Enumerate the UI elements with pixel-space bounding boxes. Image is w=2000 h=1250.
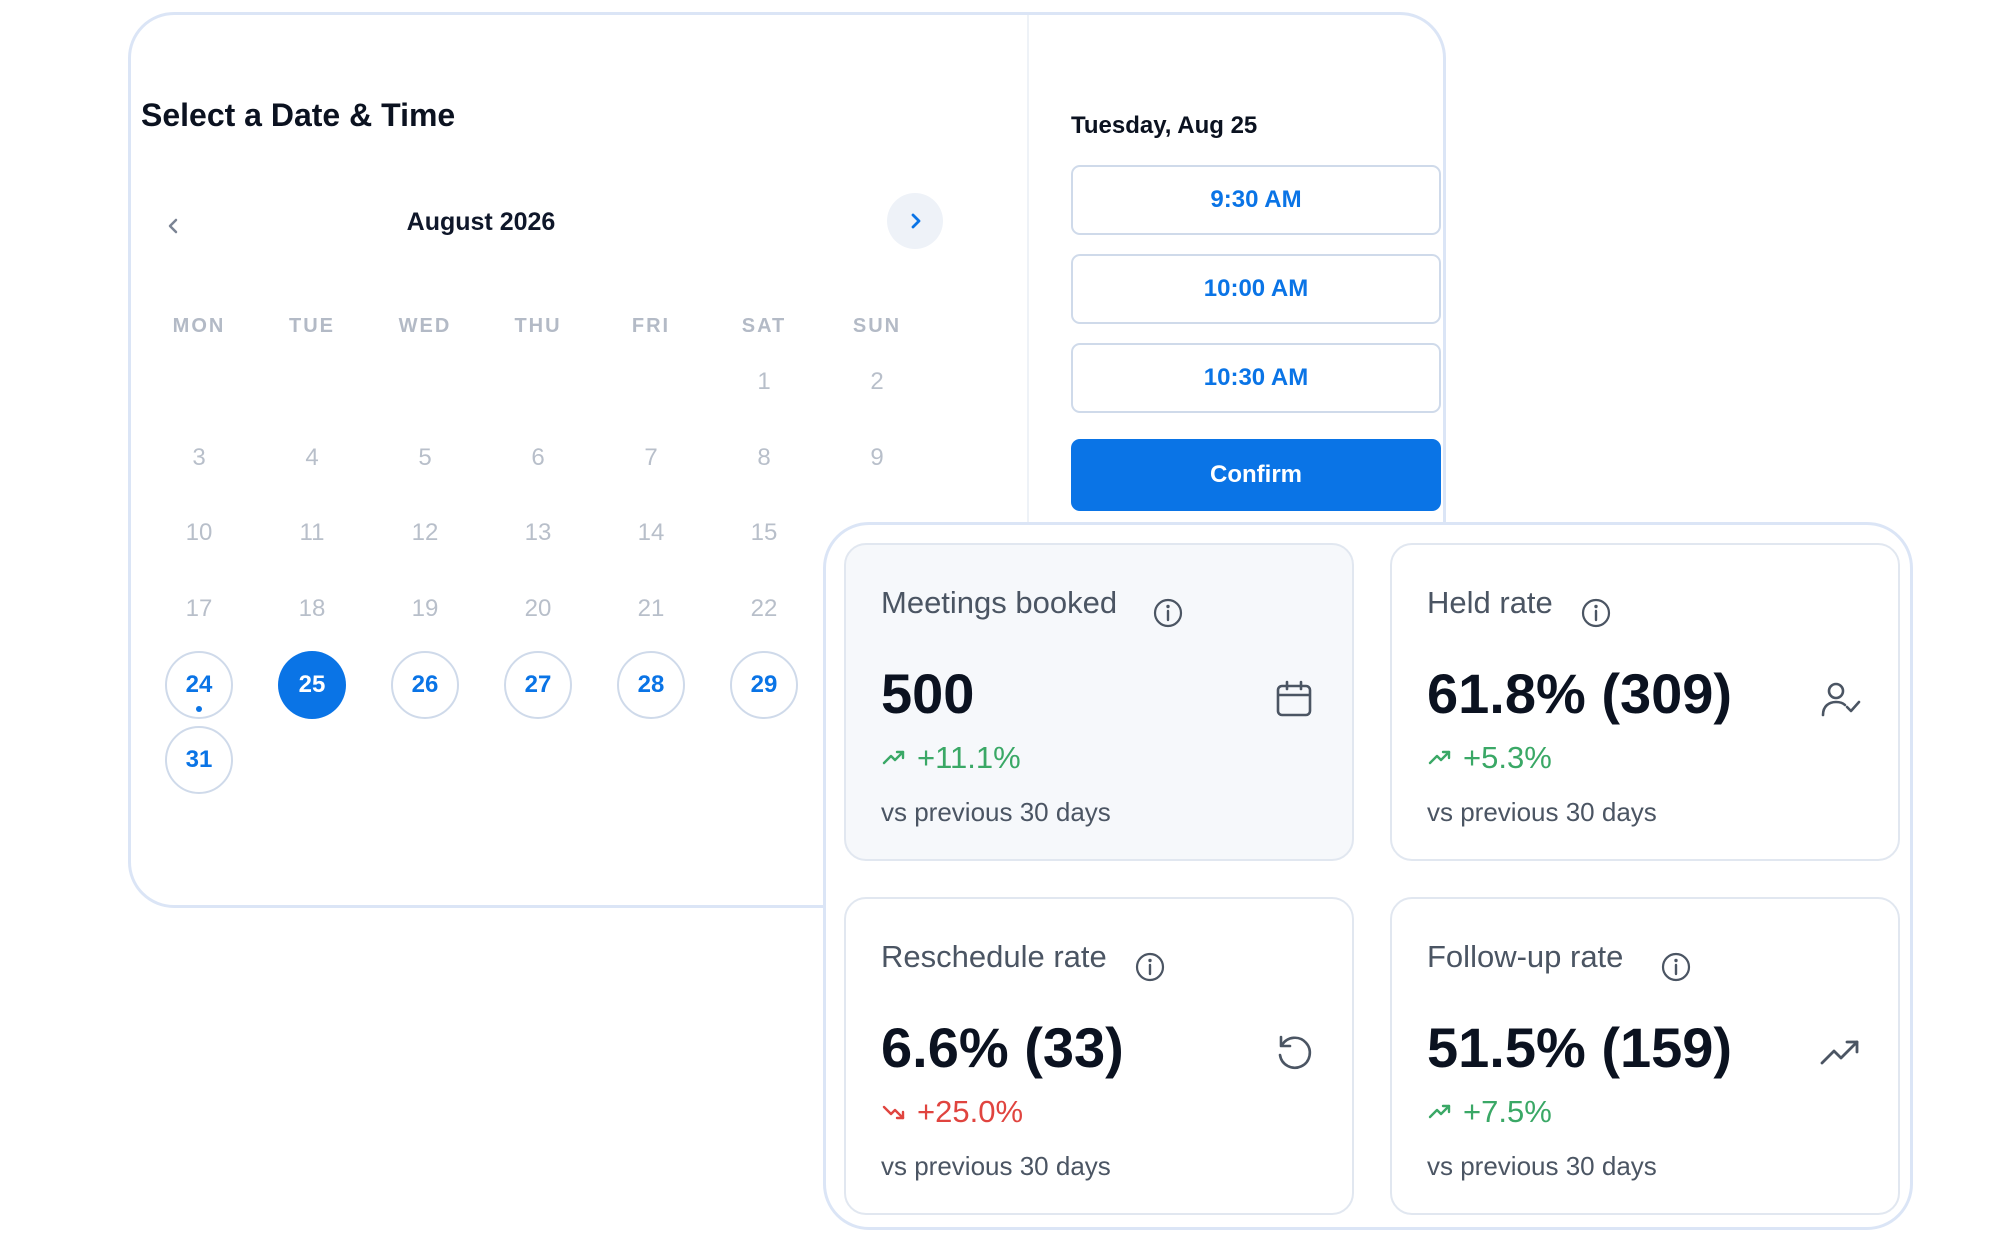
trending-up-icon: [1820, 1040, 1859, 1065]
calendar-day: 20: [524, 595, 552, 622]
stat-title: Held rate: [1427, 585, 1553, 620]
calendar-day-available[interactable]: 27: [504, 651, 572, 719]
weekday-wed: WED: [398, 315, 452, 337]
confirm-button[interactable]: Confirm: [1071, 439, 1441, 511]
stat-value: 6.6% (33): [881, 1016, 1124, 1079]
calendar-day-available[interactable]: 31: [165, 726, 233, 794]
weekday-fri: FRI: [631, 315, 671, 337]
calendar-day: 9: [870, 444, 884, 471]
info-icon[interactable]: [1580, 597, 1612, 629]
info-icon[interactable]: [1660, 951, 1692, 983]
calendar-day: 15: [750, 519, 778, 546]
chevron-right-icon: [911, 213, 921, 229]
trend-value: +5.3%: [1463, 740, 1552, 775]
scheduler-title: Select a Date & Time: [141, 97, 456, 133]
trend-value: +7.5%: [1463, 1094, 1552, 1129]
stat-trend: +5.3%: [1427, 740, 1552, 776]
calendar-day: 3: [192, 444, 206, 471]
time-slot-button[interactable]: 9:30 AM: [1071, 165, 1441, 235]
calendar-day: 11: [299, 519, 325, 546]
comparison-label: vs previous 30 days: [881, 797, 1111, 827]
comparison-label: vs previous 30 days: [1427, 797, 1657, 827]
calendar-day: 13: [524, 519, 552, 546]
weekday-sun: SUN: [852, 315, 902, 337]
calendar-day: 4: [305, 444, 319, 471]
stat-card-meetings-booked[interactable]: Meetings booked 500 +11.1% vs previous 3…: [844, 543, 1354, 861]
calendar-day-today[interactable]: 24: [165, 651, 233, 719]
calendar-day-available[interactable]: 29: [730, 651, 798, 719]
calendar-day: 2: [870, 368, 884, 395]
user-check-icon: [1821, 682, 1861, 717]
stat-trend: +25.0%: [881, 1094, 1023, 1130]
stat-value: 51.5% (159): [1427, 1016, 1733, 1079]
calendar-day: 8: [757, 444, 771, 471]
calendar-day: 22: [750, 595, 778, 622]
weekday-mon: MON: [172, 315, 226, 337]
previous-month-button[interactable]: [156, 208, 192, 244]
weekday-thu: THU: [514, 315, 562, 337]
stat-trend: +11.1%: [881, 740, 1021, 776]
calendar-day: 17: [185, 595, 213, 622]
calendar-day: 7: [644, 444, 658, 471]
calendar-day: 1: [757, 368, 771, 395]
calendar-day: 5: [418, 444, 432, 471]
calendar-day: 18: [298, 595, 326, 622]
trend-down-icon: [882, 1105, 905, 1120]
info-icon[interactable]: [1134, 951, 1166, 983]
refresh-icon: [1278, 1035, 1312, 1070]
calendar-icon: [1276, 680, 1312, 717]
trend-value: +11.1%: [917, 740, 1021, 775]
time-slot-button[interactable]: 10:30 AM: [1071, 343, 1441, 413]
calendar-day: 21: [637, 595, 665, 622]
month-label: August 2026: [406, 208, 556, 236]
calendar-day: 12: [411, 519, 439, 546]
stat-trend: +7.5%: [1427, 1094, 1552, 1130]
today-indicator: [196, 706, 202, 712]
stat-title: Reschedule rate: [881, 939, 1107, 974]
calendar-day: 14: [637, 519, 665, 546]
calendar-day-selected[interactable]: 25: [278, 651, 346, 719]
time-slot-button[interactable]: 10:00 AM: [1071, 254, 1441, 324]
calendar-day: 19: [411, 595, 439, 622]
stat-card-reschedule-rate[interactable]: Reschedule rate 6.6% (33) +25.0% vs prev…: [844, 897, 1354, 1215]
weekday-sat: SAT: [741, 315, 787, 337]
calendar-day-available[interactable]: 26: [391, 651, 459, 719]
trend-value: +25.0%: [917, 1094, 1024, 1129]
comparison-label: vs previous 30 days: [881, 1151, 1111, 1181]
trend-up-icon: [1428, 750, 1451, 765]
comparison-label: vs previous 30 days: [1427, 1151, 1657, 1181]
weekday-tue: TUE: [289, 315, 335, 337]
next-month-button[interactable]: [887, 193, 943, 249]
calendar-day: 6: [531, 444, 545, 471]
stat-value: 61.8% (309): [1427, 662, 1733, 725]
calendar-day: 10: [185, 519, 213, 546]
stats-panel: Meetings booked 500 +11.1% vs previous 3…: [823, 522, 1913, 1230]
stat-title: Follow-up rate: [1427, 939, 1624, 974]
stat-value: 500: [881, 662, 975, 725]
stat-title: Meetings booked: [881, 585, 1118, 620]
calendar-day-available[interactable]: 28: [617, 651, 685, 719]
trend-up-icon: [1428, 1104, 1451, 1119]
info-icon[interactable]: [1152, 597, 1184, 629]
stat-card-held-rate[interactable]: Held rate 61.8% (309) +5.3% vs previous …: [1390, 543, 1900, 861]
selected-date-heading: Tuesday, Aug 25: [1071, 112, 1258, 139]
stat-card-follow-up-rate[interactable]: Follow-up rate 51.5% (159) +7.5% vs prev…: [1390, 897, 1900, 1215]
trend-up-icon: [882, 750, 905, 765]
day-number: 24: [185, 671, 213, 698]
chevron-left-icon: [168, 218, 178, 234]
